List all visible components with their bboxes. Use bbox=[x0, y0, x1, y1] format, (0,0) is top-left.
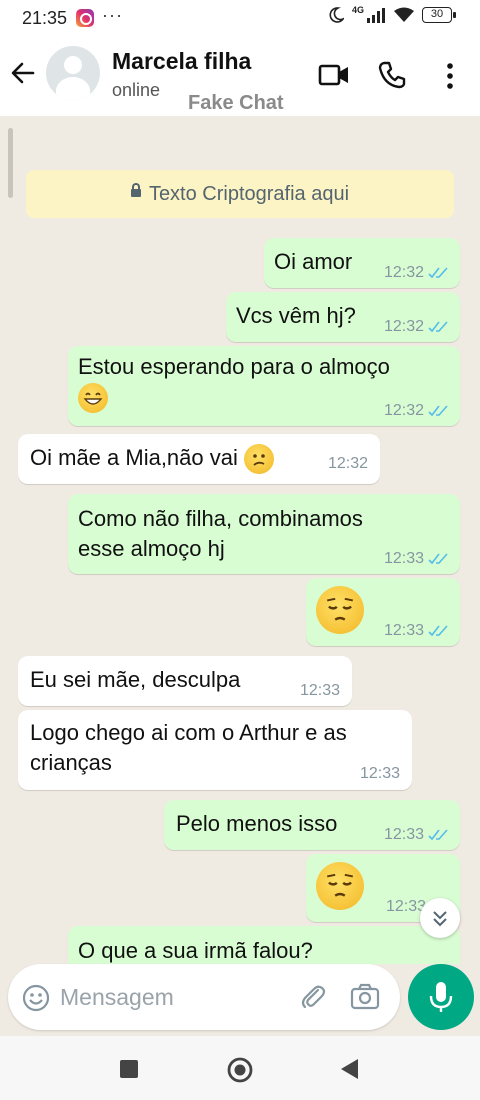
nav-home-icon[interactable] bbox=[226, 1056, 254, 1084]
status-time: 21:35 bbox=[22, 8, 68, 28]
contact-name[interactable]: Marcela filha bbox=[112, 48, 251, 75]
attach-icon[interactable] bbox=[298, 982, 328, 1012]
message-incoming[interactable]: Logo chego ai com o Arthur e as crianças… bbox=[18, 710, 412, 790]
system-navigation-bar bbox=[0, 1036, 480, 1100]
message-time: 12:33 bbox=[359, 765, 400, 782]
pensive-face-icon bbox=[316, 586, 364, 634]
message-text-content: Estou esperando para o almoço bbox=[78, 354, 390, 379]
message-time: 12:33 bbox=[383, 826, 424, 843]
message-meta: 12:33 bbox=[384, 622, 450, 640]
message-meta: 12:33 bbox=[360, 765, 400, 783]
chat-area[interactable]: Texto Criptografia aqui Oi amor 12:32 Vc… bbox=[0, 116, 480, 964]
mic-button[interactable] bbox=[408, 964, 474, 1030]
grinning-face-icon bbox=[78, 383, 108, 414]
avatar[interactable] bbox=[46, 46, 100, 100]
moon-icon bbox=[329, 7, 344, 23]
chat-header: Marcela filha online Fake Chat bbox=[0, 36, 480, 116]
message-outgoing[interactable]: Como não filha, combinamos esse almoço h… bbox=[68, 494, 460, 574]
network-type: 4G bbox=[351, 5, 364, 15]
message-incoming[interactable]: Eu sei mãe, desculpa 12:33 bbox=[18, 656, 352, 706]
message-meta: 12:33 bbox=[384, 826, 450, 844]
message-text: O que a sua irmã falou? bbox=[78, 938, 313, 963]
scroll-to-bottom-button[interactable] bbox=[420, 898, 460, 938]
message-time: 12:32 bbox=[383, 318, 424, 335]
camera-icon[interactable] bbox=[350, 983, 380, 1011]
message-meta: 12:32 bbox=[384, 402, 450, 420]
double-check-icon bbox=[428, 321, 448, 333]
message-text: Logo chego ai com o Arthur e as crianças bbox=[30, 720, 347, 775]
double-check-icon bbox=[428, 267, 448, 279]
message-outgoing[interactable]: Pelo menos isso 12:33 bbox=[164, 800, 460, 850]
message-text bbox=[316, 862, 364, 910]
message-meta: 12:32 bbox=[328, 455, 368, 473]
message-input-placeholder: Mensagem bbox=[60, 984, 174, 1010]
back-arrow-icon[interactable] bbox=[8, 58, 38, 88]
message-outgoing[interactable]: 12:33 bbox=[306, 578, 460, 646]
encryption-notice[interactable]: Texto Criptografia aqui bbox=[26, 170, 454, 218]
nav-back-icon[interactable] bbox=[338, 1057, 360, 1081]
message-time: 12:32 bbox=[383, 402, 424, 419]
more-vert-icon[interactable] bbox=[440, 62, 460, 90]
double-check-icon bbox=[428, 405, 448, 417]
message-text: Oi amor bbox=[274, 249, 353, 274]
instagram-notification-icon bbox=[76, 9, 94, 27]
encryption-notice-text: Texto Criptografia aqui bbox=[148, 183, 350, 205]
signal-icon bbox=[367, 8, 385, 23]
lock-icon bbox=[130, 182, 141, 197]
message-outgoing[interactable]: Vcs vêm hj? 12:32 bbox=[226, 292, 460, 342]
message-outgoing[interactable]: Oi amor 12:32 bbox=[264, 238, 460, 288]
double-check-icon bbox=[428, 553, 448, 565]
message-meta: 12:32 bbox=[384, 318, 450, 336]
message-time: 12:33 bbox=[383, 550, 424, 567]
message-input[interactable]: Mensagem bbox=[8, 964, 400, 1030]
watermark: Fake Chat bbox=[188, 92, 284, 114]
message-text: Vcs vêm hj? bbox=[236, 303, 356, 328]
confused-face-icon bbox=[244, 444, 274, 475]
video-call-icon[interactable] bbox=[318, 62, 350, 88]
status-bar: 21:35 ··· 4G 30 bbox=[0, 0, 480, 36]
battery-indicator: 30 bbox=[422, 7, 456, 23]
message-outgoing[interactable]: Estou esperando para o almoço 12:32 bbox=[68, 346, 460, 426]
double-check-icon bbox=[428, 829, 448, 841]
message-text: Pelo menos isso bbox=[176, 811, 338, 836]
message-time: 12:32 bbox=[383, 264, 424, 281]
message-incoming[interactable]: Oi mãe a Mia,não vai 12:32 bbox=[18, 434, 380, 484]
pensive-face-icon bbox=[316, 862, 364, 910]
contact-status: online bbox=[112, 80, 161, 100]
nav-recents-icon[interactable] bbox=[118, 1058, 140, 1080]
mic-icon bbox=[429, 982, 453, 1012]
message-meta: 12:33 bbox=[384, 550, 450, 568]
message-text bbox=[316, 586, 364, 634]
message-meta: 12:33 bbox=[300, 682, 340, 700]
message-outgoing[interactable]: O que a sua irmã falou? bbox=[68, 926, 460, 964]
phone-icon[interactable] bbox=[378, 61, 406, 89]
wifi-icon bbox=[394, 7, 414, 22]
message-time: 12:33 bbox=[383, 622, 424, 639]
message-text: Eu sei mãe, desculpa bbox=[30, 667, 241, 692]
message-time: 12:33 bbox=[299, 682, 340, 699]
more-notifications-icon: ··· bbox=[102, 5, 123, 25]
message-meta: 12:32 bbox=[384, 264, 450, 282]
message-text-content: Oi mãe a Mia,não vai bbox=[30, 445, 238, 470]
message-text: Oi mãe a Mia,não vai bbox=[30, 443, 274, 475]
scroll-down-icon bbox=[433, 911, 447, 927]
emoji-icon[interactable] bbox=[22, 984, 50, 1012]
message-time: 12:32 bbox=[327, 455, 368, 472]
message-text: Como não filha, combinamos esse almoço h… bbox=[78, 506, 363, 561]
status-icons: 4G 30 bbox=[328, 5, 456, 23]
double-check-icon bbox=[428, 625, 448, 637]
scroll-indicator[interactable] bbox=[8, 128, 13, 198]
message-text: Estou esperando para o almoço bbox=[78, 352, 390, 414]
